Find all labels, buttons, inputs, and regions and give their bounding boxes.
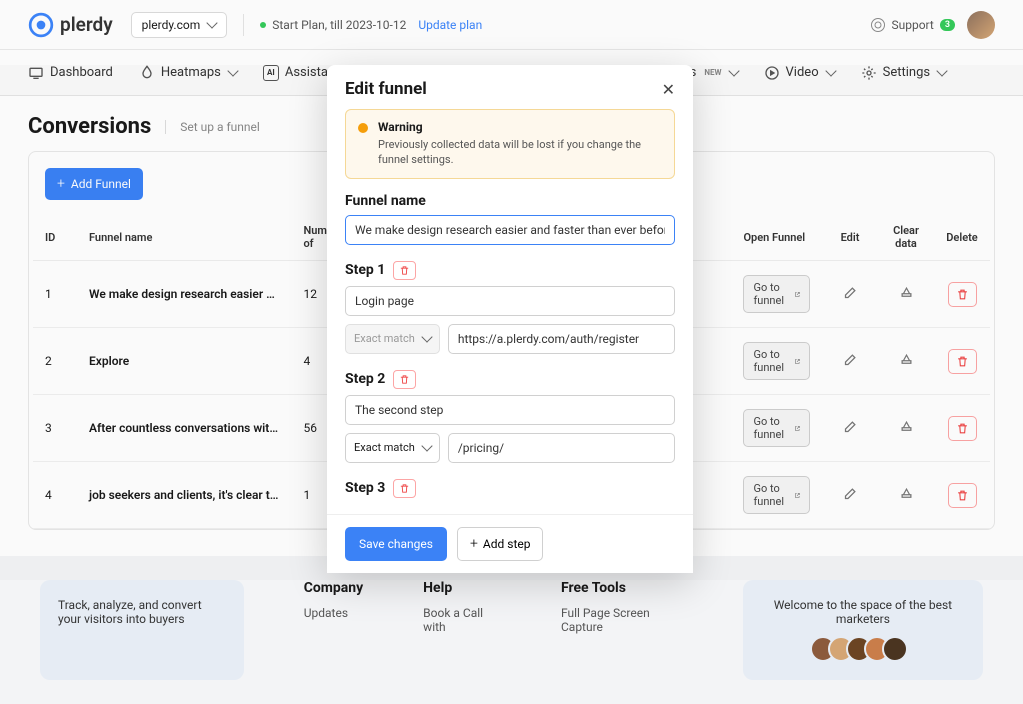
step2-label: Step 2	[345, 371, 385, 387]
step1-name-input[interactable]	[345, 286, 675, 316]
plus-icon: +	[470, 536, 478, 552]
brand-logo: plerdy	[28, 12, 113, 38]
step2-url-input[interactable]	[448, 433, 675, 463]
footer-link[interactable]: Book a Call with	[423, 606, 501, 634]
user-avatar[interactable]	[967, 11, 995, 39]
step3-label: Step 3	[345, 480, 385, 496]
delete-step-button[interactable]	[393, 370, 416, 389]
delete-step-button[interactable]	[393, 479, 416, 498]
save-changes-button[interactable]: Save changes	[345, 527, 447, 561]
warning-banner: Warning Previously collected data will b…	[345, 109, 675, 179]
footer-help-header: Help	[423, 580, 501, 596]
close-icon[interactable]: ✕	[662, 80, 675, 99]
status-dot-icon	[260, 22, 266, 28]
footer-tools-header: Free Tools	[561, 580, 683, 596]
chevron-down-icon	[421, 332, 432, 343]
modal-title: Edit funnel	[345, 79, 427, 99]
update-plan-link[interactable]: Update plan	[418, 18, 482, 32]
step1-label: Step 1	[345, 262, 385, 278]
funnel-name-label: Funnel name	[345, 193, 675, 209]
funnel-name-input[interactable]	[345, 215, 675, 245]
chevron-down-icon	[207, 17, 218, 28]
support-icon	[871, 18, 885, 32]
support-link[interactable]: Support 3	[871, 18, 955, 32]
step2-name-input[interactable]	[345, 395, 675, 425]
promo-right: Welcome to the space of the best markete…	[743, 580, 983, 680]
domain-selector[interactable]: plerdy.com	[131, 12, 228, 38]
footer-company-header: Company	[304, 580, 363, 596]
step1-url-input[interactable]	[448, 324, 675, 354]
step1-match-select[interactable]: Exact match	[345, 324, 440, 354]
footer-link[interactable]: Full Page Screen Capture	[561, 606, 683, 634]
delete-step-button[interactable]	[393, 261, 416, 280]
add-step-button[interactable]: +Add step	[457, 527, 543, 561]
plan-info: Start Plan, till 2023-10-12 Update plan	[260, 18, 482, 32]
promo-left: Track, analyze, and convert your visitor…	[40, 580, 244, 680]
warning-icon	[358, 123, 368, 133]
edit-funnel-modal: Edit funnel ✕ Warning Previously collect…	[327, 65, 693, 573]
support-count-badge: 3	[940, 19, 955, 31]
step2-match-select[interactable]: Exact match	[345, 433, 440, 463]
chevron-down-icon	[421, 441, 432, 452]
footer-link[interactable]: Updates	[304, 606, 363, 620]
